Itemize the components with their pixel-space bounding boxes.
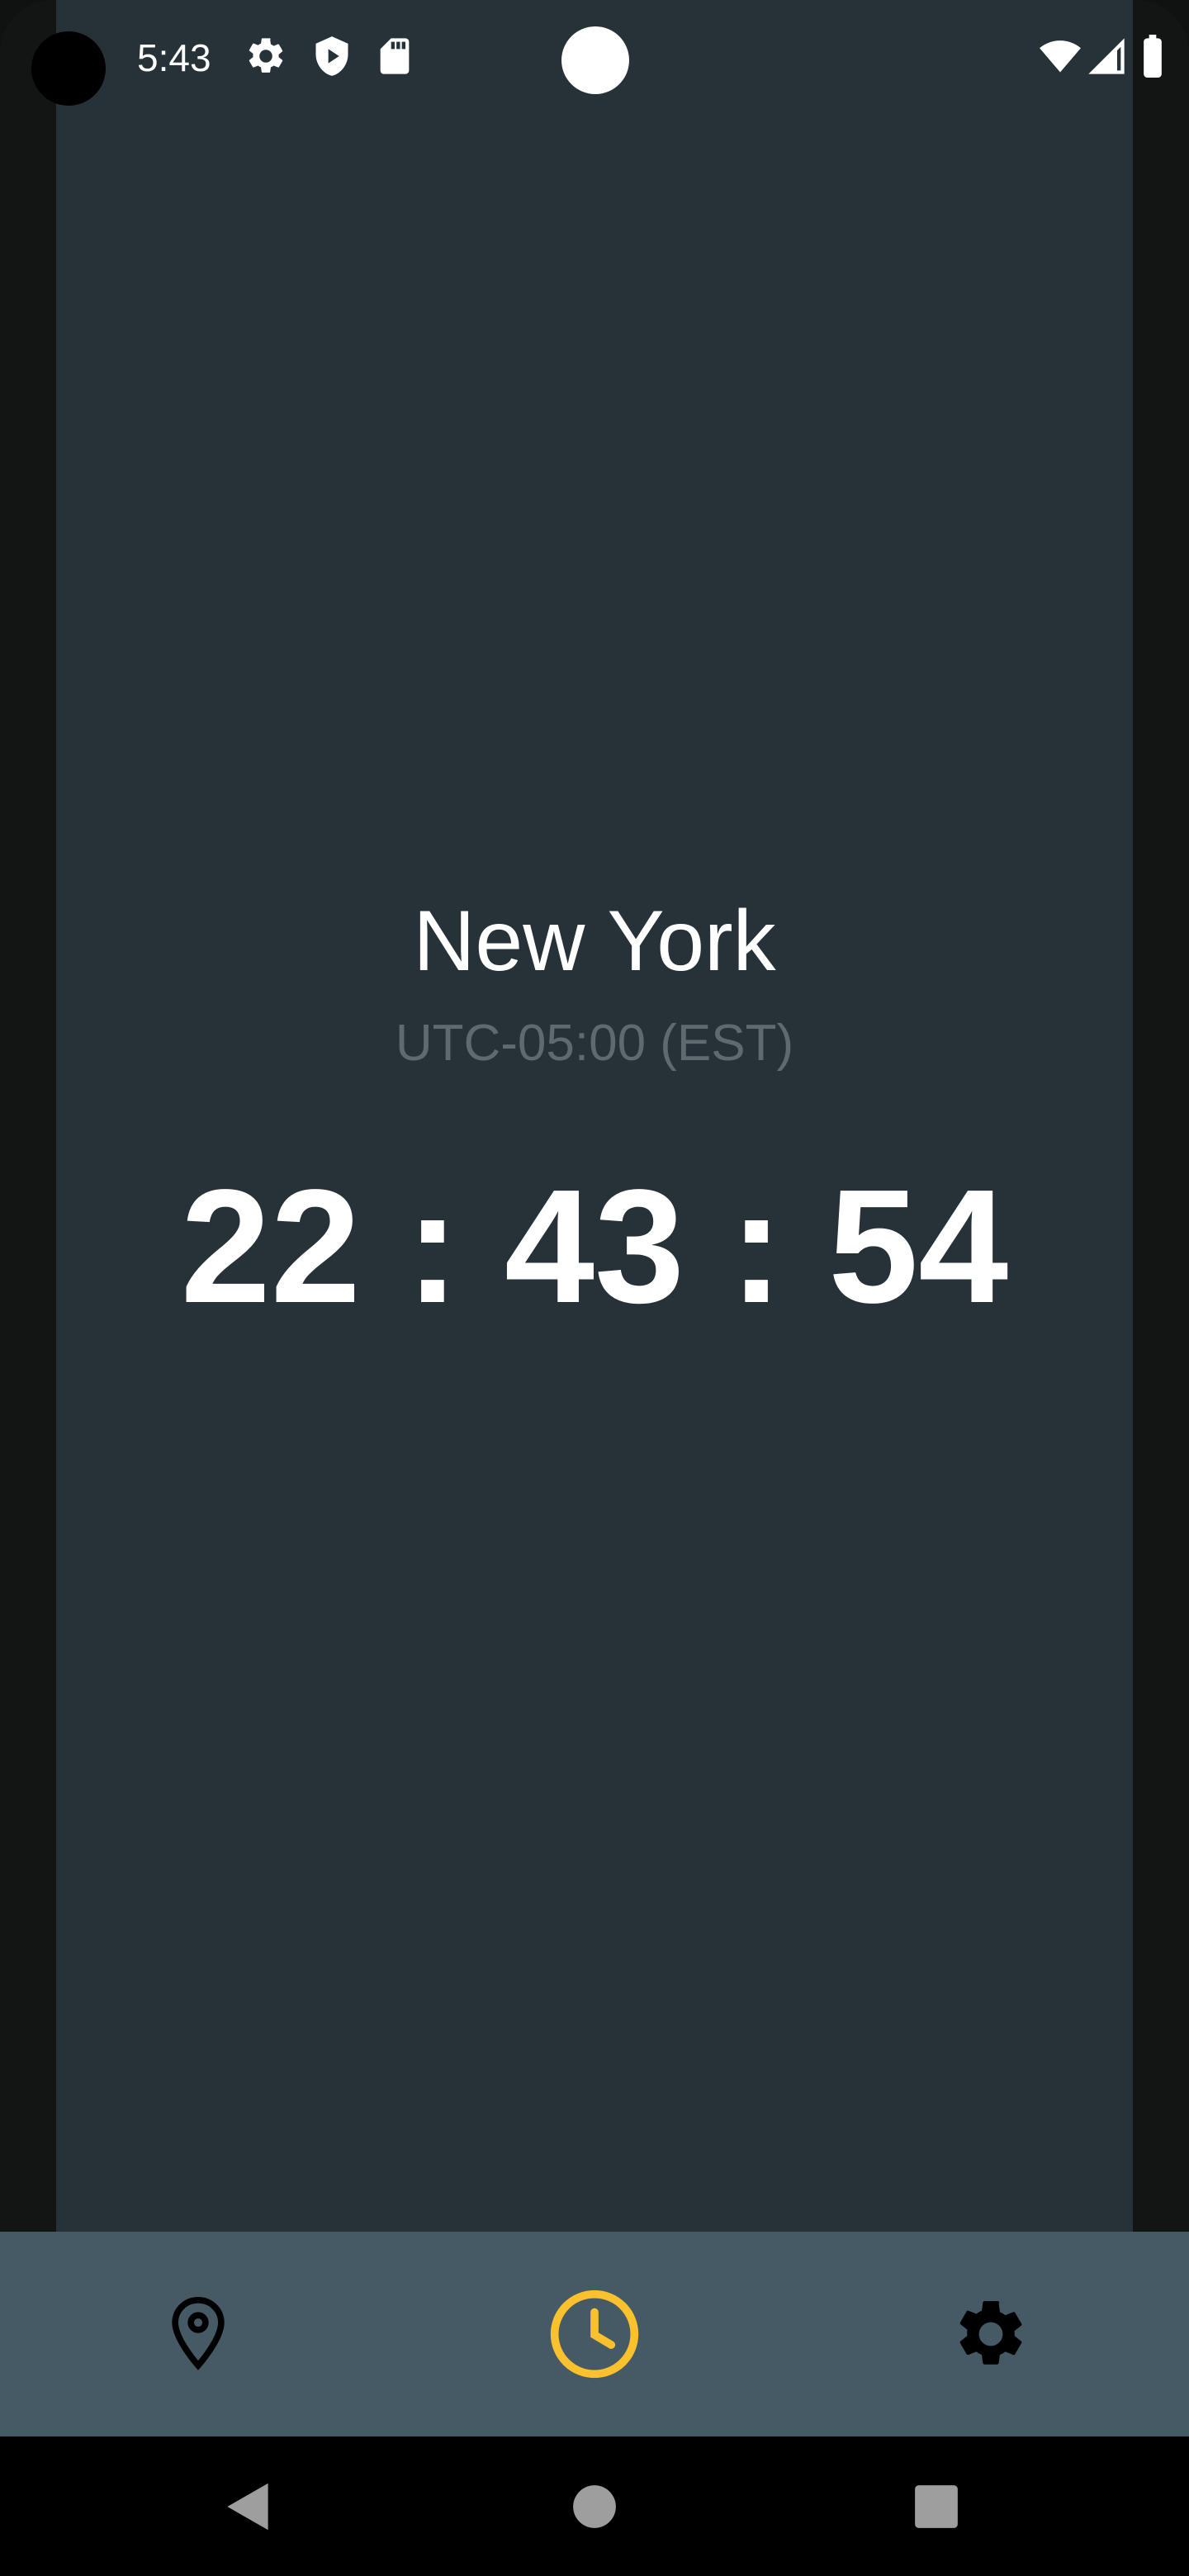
bottom-navigation [0,2232,1189,2436]
status-bar: 5:43 [0,0,1189,116]
signal-icon [1088,38,1125,74]
location-pin-icon [172,2297,225,2370]
clock-time: 22 : 43 : 54 [180,1156,1009,1337]
home-icon [573,2484,616,2528]
nav-item-clock[interactable] [528,2232,661,2436]
shield-play-icon [315,36,348,76]
nav-item-settings[interactable] [925,2232,1057,2436]
city-name: New York [413,893,776,989]
home-button[interactable] [545,2436,644,2576]
center-indicator-dot [561,26,629,94]
recents-button[interactable] [887,2436,986,2576]
sd-card-icon [380,38,410,74]
system-navigation-bar [0,2436,1189,2576]
status-time: 5:43 [137,36,211,79]
nav-item-locations[interactable] [132,2232,264,2436]
timezone-label: UTC-05:00 (EST) [395,1015,794,1072]
recents-icon [915,2484,958,2528]
screen: 5:43 New York UTC-05:00 (EST) 22 : 43 : … [0,0,1189,2576]
back-button[interactable] [198,2436,297,2576]
camera-cutout [31,31,106,106]
settings-gear-icon [959,2300,1022,2365]
wifi-icon [1040,40,1081,73]
battery-icon [1144,35,1162,78]
gear-icon [249,38,283,73]
app-background [56,0,1133,2232]
clock-icon [550,2290,639,2379]
back-icon [227,2483,268,2530]
